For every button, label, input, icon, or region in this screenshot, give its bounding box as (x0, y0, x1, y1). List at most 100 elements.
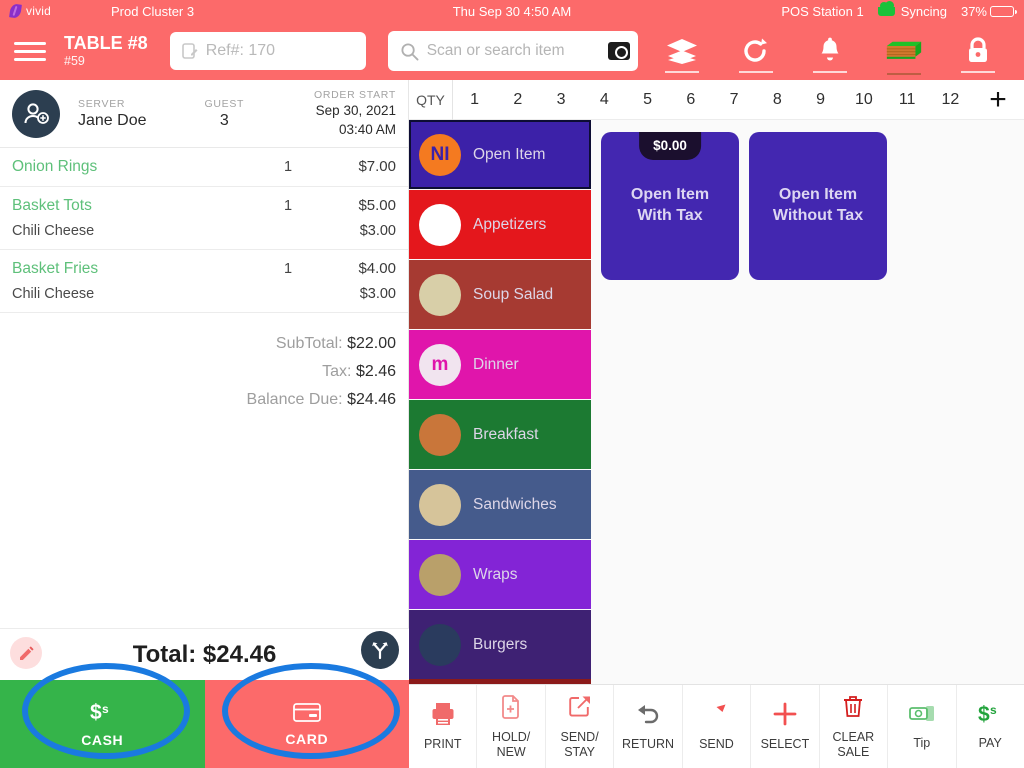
card-button-label: CARD (285, 731, 329, 747)
qty-option-8[interactable]: 8 (756, 91, 799, 109)
order-item-row[interactable]: Onion Rings 1 $7.00 (0, 148, 408, 187)
order-item-row[interactable]: Basket Fries 1 $4.00 Chili Cheese $3.00 (0, 250, 408, 313)
order-start-time: 03:40 AM (338, 121, 396, 137)
toolbar-print[interactable]: PRINT (409, 685, 478, 768)
qty-option-4[interactable]: 4 (583, 91, 626, 109)
category-item-soup-salad[interactable]: Soup Salad (409, 260, 591, 330)
add-server-avatar-icon[interactable] (12, 89, 60, 138)
printer-icon (430, 701, 456, 732)
guest-label: GUEST (204, 97, 245, 110)
pay-dollar-icon: $ s (976, 702, 1004, 731)
category-thumbnail (419, 623, 461, 666)
search-input[interactable]: Scan or search item (387, 31, 638, 71)
svg-text:s: s (102, 702, 109, 716)
category-label: Dinner (473, 355, 519, 373)
order-panel: SERVER Jane Doe GUEST 3 ORDER START Sep … (0, 80, 409, 768)
category-thumbnail (419, 203, 461, 246)
qty-label: QTY (409, 79, 453, 120)
toolbar-send[interactable]: SEND (683, 685, 752, 768)
cash-button[interactable]: $ s CASH (0, 680, 205, 768)
total-label: Balance Due: (246, 391, 343, 408)
total-line: SubTotal: $22.00 (0, 335, 396, 353)
category-item-open-item[interactable]: NI Open Item (409, 120, 591, 190)
quantity-bar: QTY 1 2 3 4 5 6 7 8 9 10 11 12 + (409, 79, 1024, 120)
qty-option-3[interactable]: 3 (540, 91, 583, 109)
category-thumbnail (419, 413, 461, 456)
product-label: Open Item Without Tax (772, 186, 864, 224)
toolbar-send-stay[interactable]: SEND/STAY (546, 685, 615, 768)
qty-option-11[interactable]: 11 (886, 91, 929, 109)
svg-text:s: s (990, 703, 997, 717)
credit-card-icon (292, 703, 321, 722)
svg-text:$: $ (978, 703, 990, 726)
table-info[interactable]: TABLE #8 #59 (64, 34, 148, 68)
category-item-breakfast[interactable]: Breakfast (409, 400, 591, 470)
toolbar-return[interactable]: RETURN (614, 685, 683, 768)
order-item-name: Basket Tots (12, 197, 92, 214)
total-line: Tax: $2.46 (0, 363, 396, 381)
qty-option-10[interactable]: 10 (842, 91, 885, 109)
order-item-row[interactable]: Basket Tots 1 $5.00 Chili Cheese $3.00 (0, 187, 408, 250)
layers-icon[interactable] (662, 31, 702, 73)
qty-option-5[interactable]: 5 (626, 91, 669, 109)
toolbar-clear-sale[interactable]: CLEAR SALE (820, 685, 889, 768)
edit-order-icon[interactable] (10, 637, 42, 669)
send-stay-icon (567, 694, 593, 725)
order-item-modifier-price: $3.00 (359, 223, 396, 239)
order-item-qty: 1 (283, 261, 293, 277)
category-item-dinner[interactable]: m Dinner (409, 330, 591, 400)
toolbar-pay[interactable]: $ s PAY (957, 685, 1024, 768)
product-tile[interactable]: Open Item Without Tax (749, 132, 887, 280)
total-value: $22.00 (347, 335, 396, 352)
server-name: Jane Doe (78, 111, 147, 129)
camera-scan-icon[interactable] (607, 42, 630, 60)
catalog-panel: QTY 1 2 3 4 5 6 7 8 9 10 11 12 + NI Open Item Appetiz… (409, 79, 1024, 768)
toolbar-tip[interactable]: Tip (888, 685, 957, 768)
order-totals: SubTotal: $22.00 Tax: $2.46 Balance Due: $… (0, 313, 408, 409)
order-item-modifier: Chili Cheese (12, 223, 95, 239)
qty-option-9[interactable]: 9 (799, 91, 842, 109)
category-thumbnail: NI (419, 133, 461, 176)
ref-input[interactable]: Ref#: 170 (169, 32, 366, 70)
refresh-icon[interactable] (736, 31, 776, 73)
category-label: Open Item (473, 145, 546, 163)
order-start-label: ORDER START (314, 88, 396, 101)
qty-option-6[interactable]: 6 (669, 91, 712, 109)
category-item-wraps[interactable]: Wraps (409, 540, 591, 610)
category-thumbnail (419, 273, 461, 316)
product-grid: $0.00 Open Item With Tax Open Item Without T… (591, 120, 1024, 684)
category-item-sandwiches[interactable]: Sandwiches (409, 470, 591, 540)
qty-option-1[interactable]: 1 (453, 91, 496, 109)
toolbar-label: PRINT (423, 737, 462, 752)
app-header: TABLE #8 #59 Ref#: 170 Scan or search it… (0, 22, 1024, 80)
order-item-price: $4.00 (358, 260, 396, 277)
category-item-appetizers[interactable]: Appetizers (409, 190, 591, 260)
total-value: $2.46 (355, 363, 396, 380)
grand-total-bar: Total: $24.46 (0, 628, 409, 680)
product-tile[interactable]: $0.00 Open Item With Tax (601, 132, 739, 280)
card-button[interactable]: CARD (204, 680, 409, 768)
qty-option-2[interactable]: 2 (496, 91, 539, 109)
bell-icon[interactable] (810, 31, 850, 73)
lock-icon[interactable] (958, 31, 998, 73)
ref-placeholder: Ref#: 170 (205, 42, 276, 59)
search-icon (401, 42, 419, 60)
qty-option-12[interactable]: 12 (929, 91, 972, 109)
qty-add-button[interactable]: + (972, 84, 1024, 115)
category-label: Wraps (473, 565, 518, 583)
order-start-date: Sep 30, 2021 (315, 102, 396, 118)
svg-text:$: $ (90, 701, 102, 724)
qty-option-7[interactable]: 7 (713, 91, 756, 109)
toolbar-hold-new[interactable]: HOLD/NEW (477, 685, 546, 768)
category-item-burgers[interactable]: Burgers (409, 610, 591, 680)
cash-book-icon[interactable] (884, 31, 924, 75)
category-label: Sandwiches (473, 495, 557, 513)
hamburger-menu-icon[interactable] (14, 37, 58, 66)
guest-count: 3 (219, 111, 229, 129)
order-header: SERVER Jane Doe GUEST 3 ORDER START Sep … (0, 80, 408, 148)
order-item-modifier-price: $3.00 (359, 286, 396, 302)
split-check-icon[interactable] (361, 631, 399, 669)
order-item-qty: 1 (283, 159, 293, 175)
toolbar-select[interactable]: SELECT (751, 685, 820, 768)
header-icon-group (662, 31, 998, 75)
